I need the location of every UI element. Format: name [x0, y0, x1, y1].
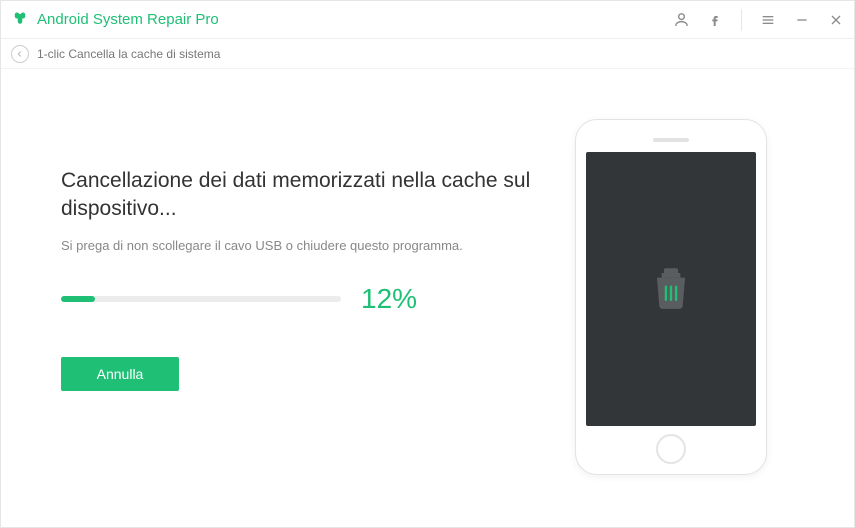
titlebar: Android System Repair Pro	[1, 1, 854, 39]
minimize-icon[interactable]	[792, 10, 812, 30]
back-icon[interactable]	[11, 45, 29, 63]
breadcrumb-label: 1-clic Cancella la cache di sistema	[37, 47, 220, 61]
phone-mockup	[575, 119, 767, 475]
app-logo-icon	[11, 11, 29, 29]
facebook-icon[interactable]	[705, 10, 725, 30]
titlebar-actions	[671, 9, 846, 31]
progress-row: 12%	[61, 283, 531, 315]
titlebar-separator	[741, 9, 742, 31]
app-title: Android System Repair Pro	[37, 11, 219, 28]
main-content: Cancellazione dei dati memorizzati nella…	[1, 69, 854, 505]
status-heading: Cancellazione dei dati memorizzati nella…	[61, 167, 531, 224]
phone-screen	[586, 152, 756, 426]
device-illustration	[531, 119, 811, 475]
status-subtext: Si prega di non scollegare il cavo USB o…	[61, 238, 531, 253]
progress-fill	[61, 296, 95, 302]
status-panel: Cancellazione dei dati memorizzati nella…	[61, 119, 531, 475]
cancel-button[interactable]: Annulla	[61, 357, 179, 391]
menu-icon[interactable]	[758, 10, 778, 30]
user-icon[interactable]	[671, 10, 691, 30]
progress-percent: 12%	[361, 283, 417, 315]
close-icon[interactable]	[826, 10, 846, 30]
trash-icon	[646, 262, 696, 317]
breadcrumb: 1-clic Cancella la cache di sistema	[1, 39, 854, 69]
progress-bar	[61, 296, 341, 302]
phone-home-button	[656, 434, 686, 464]
phone-speaker	[653, 138, 689, 142]
